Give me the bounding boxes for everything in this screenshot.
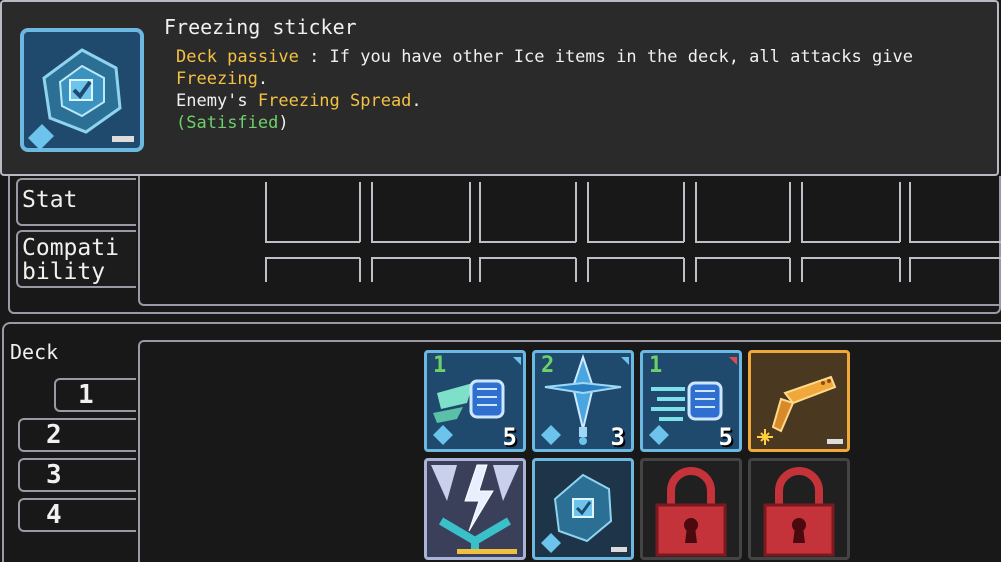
item-description: Deck passive : If you have other Ice ite…: [176, 46, 997, 134]
status-line: (Satisfied): [176, 113, 289, 133]
deck-tab-1[interactable]: 1: [54, 378, 136, 412]
deck-card-ice-fist-dash[interactable]: 1 5: [424, 350, 526, 452]
deck-label: Deck: [10, 340, 59, 364]
deck-tab-3[interactable]: 3: [18, 458, 136, 492]
locked-slot-icon: [655, 467, 727, 557]
deck-card-freezing-sticker[interactable]: [532, 458, 634, 560]
deck-tab-2[interactable]: 2: [18, 418, 136, 452]
item-tooltip: Freezing sticker Deck passive : If you h…: [0, 0, 999, 176]
card-count: 3: [610, 423, 625, 451]
deck-card-ice-sword[interactable]: 2 3: [532, 350, 634, 452]
card-level: 1: [649, 353, 663, 378]
tab-compatibility[interactable]: Compati bility: [16, 230, 136, 288]
passive-label: Deck passive: [176, 47, 299, 67]
keyword-freezing-spread: Freezing Spread: [257, 91, 412, 111]
golden-gun-icon: [757, 375, 843, 445]
stat-grid: [138, 176, 1001, 306]
card-count: 5: [718, 423, 733, 451]
deck-card-ice-fist-punch[interactable]: 1 5: [640, 350, 742, 452]
card-level: 1: [433, 353, 447, 378]
card-count: 5: [502, 423, 517, 451]
stat-grid-lines: [265, 182, 1001, 282]
deck-card-lightning-chevron[interactable]: [424, 458, 526, 560]
freezing-sticker-icon: [541, 473, 627, 553]
deck-tab-4[interactable]: 4: [18, 498, 136, 532]
status-satisfied: Satisfied: [186, 113, 279, 133]
deck-slot-locked-2: [748, 458, 850, 560]
passive-line: Deck passive : If you have other Ice ite…: [176, 47, 913, 89]
freezing-sticker-icon: [20, 28, 144, 152]
lightning-chevron-icon: [431, 464, 519, 554]
deck-slot-locked-1: [640, 458, 742, 560]
item-name: Freezing sticker: [164, 15, 357, 39]
card-level: 2: [541, 353, 555, 378]
effect-line: Enemy's Freezing Spread.: [176, 91, 422, 111]
deck-card-golden-gun[interactable]: [748, 350, 850, 452]
keyword-freezing: Freezing: [176, 69, 258, 89]
tab-stat[interactable]: Stat: [16, 178, 136, 226]
locked-slot-icon: [763, 467, 835, 557]
